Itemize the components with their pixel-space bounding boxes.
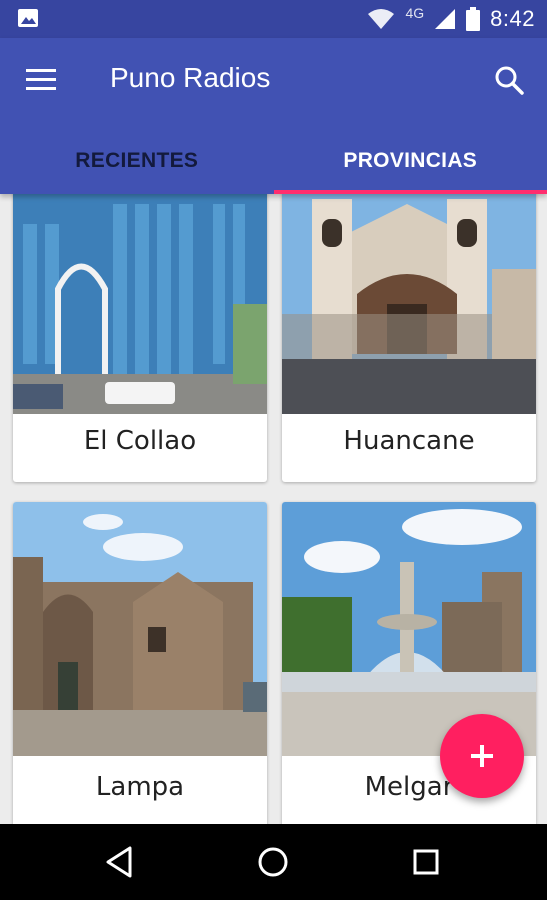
province-card-el-collao[interactable]: El Collao xyxy=(13,194,267,482)
signal-icon xyxy=(435,9,456,29)
province-image xyxy=(13,194,267,414)
back-icon[interactable] xyxy=(102,844,138,880)
app-bar: Puno Radios RECIENTES PROVINCIAS xyxy=(0,38,547,194)
province-name: Huancane xyxy=(343,426,475,456)
image-icon xyxy=(18,9,38,27)
navigation-bar xyxy=(0,824,547,900)
province-image xyxy=(13,502,267,756)
province-image xyxy=(282,194,536,414)
search-icon[interactable] xyxy=(493,64,525,96)
clock: 8:42 xyxy=(490,6,535,31)
home-icon[interactable] xyxy=(255,844,291,880)
province-card-lampa[interactable]: Lampa xyxy=(13,502,267,824)
province-name: Lampa xyxy=(95,772,185,802)
plus-icon xyxy=(471,745,493,767)
wifi-icon xyxy=(368,9,395,29)
hamburger-menu-icon[interactable] xyxy=(26,66,60,94)
recents-icon[interactable] xyxy=(408,844,444,880)
status-bar: 4G 8:42 xyxy=(0,0,547,38)
battery-icon xyxy=(466,7,481,31)
tab-bar: RECIENTES PROVINCIAS xyxy=(0,128,547,194)
province-name: El Collao xyxy=(83,426,197,456)
tab-recientes[interactable]: RECIENTES xyxy=(0,128,274,194)
app-title: Puno Radios xyxy=(110,62,271,93)
network-type: 4G xyxy=(405,5,425,21)
province-card-huancane[interactable]: Huancane xyxy=(282,194,536,482)
tab-provincias[interactable]: PROVINCIAS xyxy=(273,128,547,194)
add-fab-button[interactable] xyxy=(440,714,524,798)
